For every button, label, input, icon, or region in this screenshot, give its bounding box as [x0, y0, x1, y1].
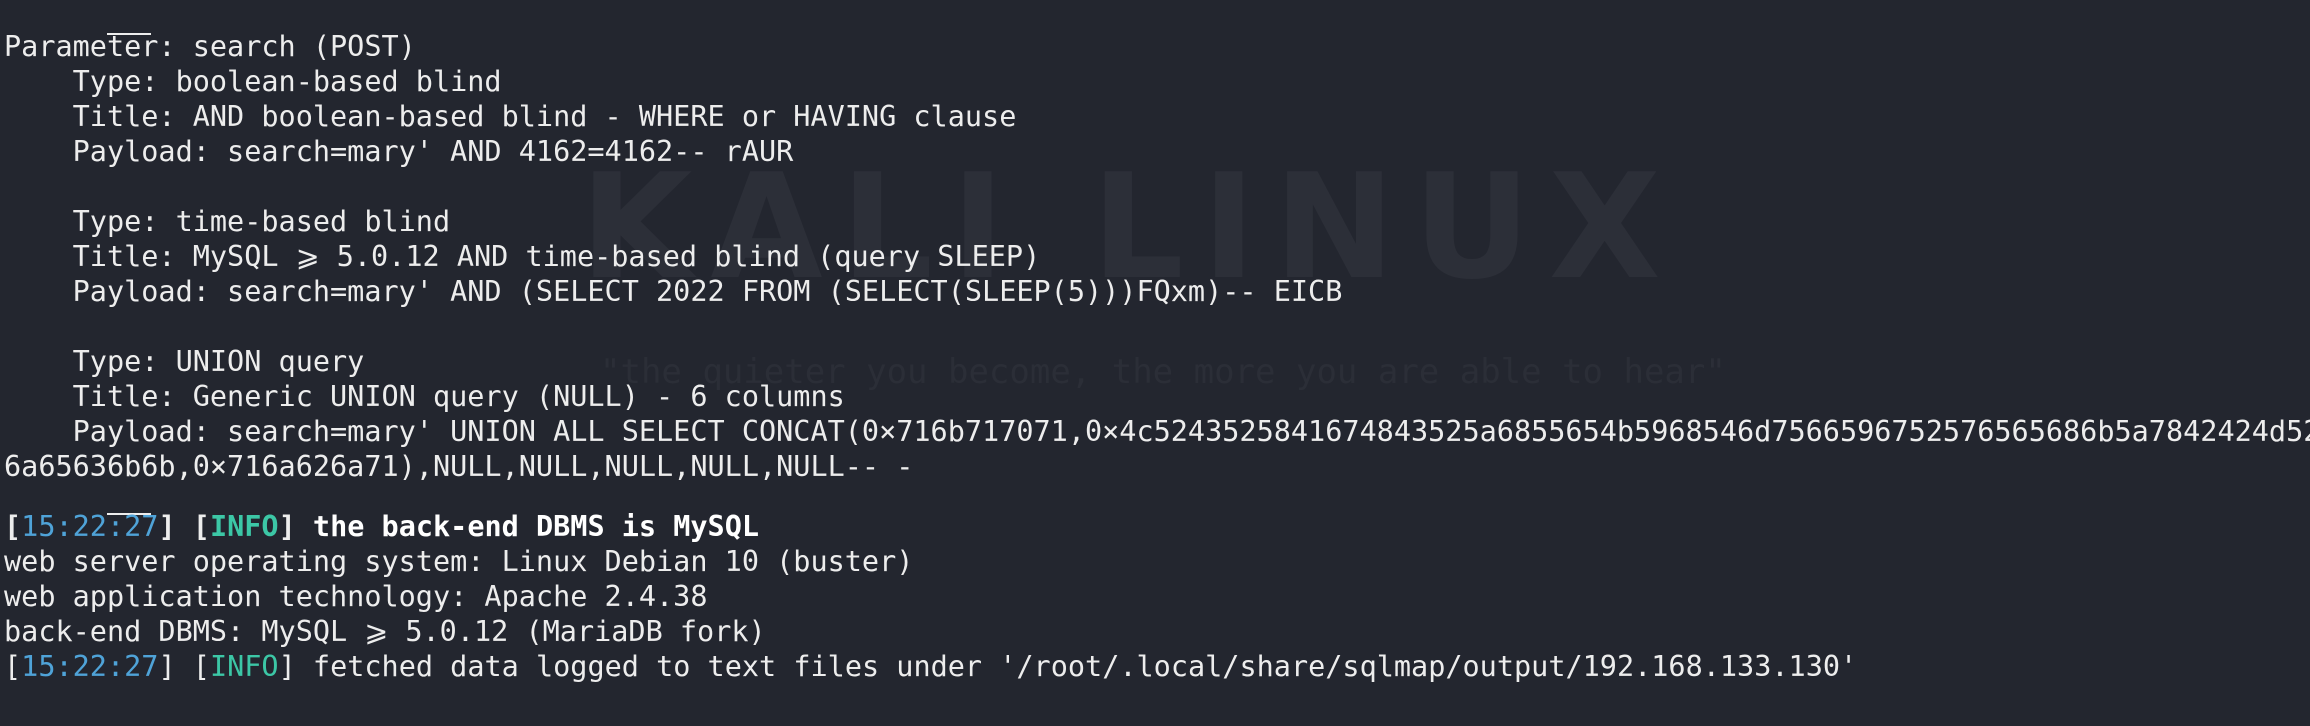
log-bracket: ] — [278, 650, 313, 683]
log-bracket: [ — [4, 510, 22, 543]
dbms-line: back-end DBMS: MySQL ⩾ 5.0.12 (MariaDB f… — [4, 615, 766, 648]
technique-payload: Payload: search=mary' UNION ALL SELECT C… — [4, 415, 2310, 448]
log-line-output-path: [15:22:27] [INFO] fetched data logged to… — [4, 649, 2304, 684]
log-message: fetched data logged to text files under … — [312, 650, 1858, 683]
log-bracket: [ — [4, 650, 22, 683]
log-timestamp: 15:22:27 — [21, 510, 159, 543]
parameter-line: Parameter: search (POST) — [4, 30, 416, 63]
separator-line — [4, 4, 2304, 35]
technique-payload: Payload: search=mary' AND (SELECT 2022 F… — [4, 275, 1343, 308]
terminal-output[interactable]: Parameter: search (POST) Type: boolean-b… — [4, 4, 2310, 684]
technique-title: Title: MySQL ⩾ 5.0.12 AND time-based bli… — [4, 240, 1041, 273]
log-bracket: ] [ — [158, 650, 210, 683]
technique-title: Title: Generic UNION query (NULL) - 6 co… — [4, 380, 845, 413]
log-bracket: ] — [278, 510, 313, 543]
log-level-info: INFO — [209, 650, 279, 683]
log-level-info: INFO — [209, 510, 279, 543]
terminal-window[interactable]: KALI LINUX "the quieter you become, the … — [0, 0, 2310, 726]
log-line-dbms-detected: [15:22:27] [INFO] the back-end DBMS is M… — [4, 509, 2304, 544]
technique-payload-continued: 6a65636b6b,0×716a626a71),NULL,NULL,NULL,… — [4, 450, 914, 483]
technique-type: Type: boolean-based blind — [4, 65, 502, 98]
technique-payload: Payload: search=mary' AND 4162=4162-- rA… — [4, 135, 794, 168]
os-line: web server operating system: Linux Debia… — [4, 545, 914, 578]
technique-type: Type: UNION query — [4, 345, 365, 378]
log-message: the back-end DBMS is MySQL — [312, 510, 760, 543]
technique-type: Type: time-based blind — [4, 205, 451, 238]
tech-line: web application technology: Apache 2.4.3… — [4, 580, 708, 613]
log-timestamp: 15:22:27 — [21, 650, 159, 683]
separator-line — [4, 484, 2304, 515]
technique-title: Title: AND boolean-based blind - WHERE o… — [4, 100, 1017, 133]
log-bracket: ] [ — [158, 510, 210, 543]
